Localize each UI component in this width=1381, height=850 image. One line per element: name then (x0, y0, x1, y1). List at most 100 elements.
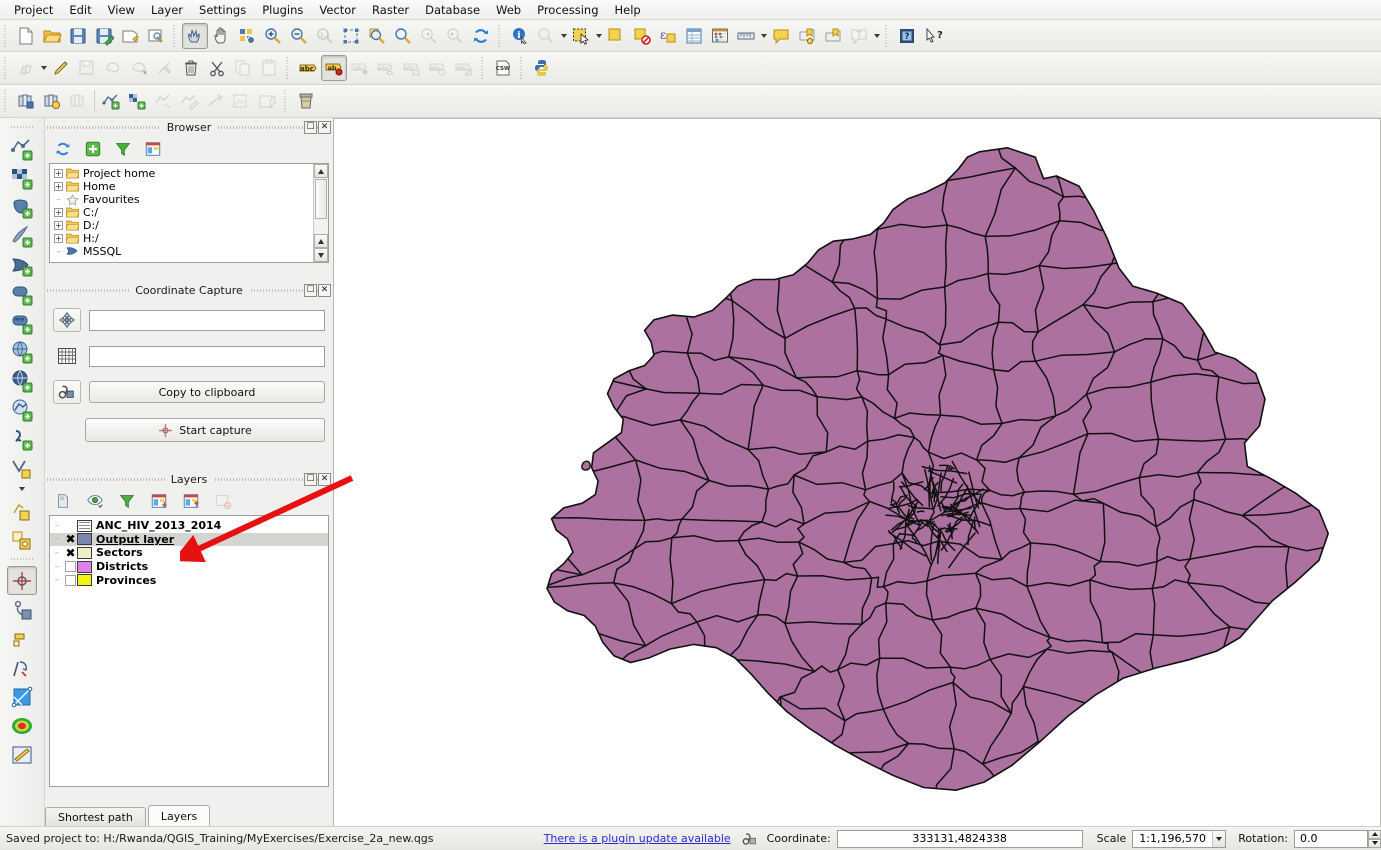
heatmap-icon[interactable] (7, 711, 37, 740)
datasource-grip[interactable] (3, 90, 10, 112)
float-panel-icon[interactable]: ☐ (304, 284, 317, 297)
menu-item-view[interactable]: View (100, 1, 143, 19)
layer-visibility-checkbox[interactable] (64, 561, 77, 573)
measure-dropdown-caret[interactable] (759, 25, 768, 47)
browser-item-mssql[interactable]: – MSSQL (50, 245, 328, 258)
add-wms-layer-icon[interactable] (7, 337, 37, 366)
coordinate-field[interactable]: 333131,4824338 (836, 829, 1083, 848)
add-delimited-text-icon[interactable] (150, 88, 176, 114)
collapse-all-icon[interactable] (141, 137, 165, 161)
zoom-next-icon[interactable] (442, 23, 468, 49)
new-spatial-bookmark-icon[interactable] (794, 23, 820, 49)
left-toolbar-grip[interactable] (11, 125, 33, 131)
zoom-layer-icon[interactable] (390, 23, 416, 49)
add-spatialite-layer-icon[interactable] (7, 221, 37, 250)
add-postgis-layer-icon[interactable] (7, 192, 37, 221)
scroll-down-icon[interactable] (314, 248, 328, 262)
zoom-in-icon[interactable] (260, 23, 286, 49)
edit-vector-layer-icon[interactable] (176, 88, 202, 114)
copy-features-icon[interactable] (230, 55, 256, 81)
canvas-crs-field[interactable] (89, 309, 325, 331)
save-project-icon[interactable] (65, 23, 91, 49)
add-wfs-layer-icon[interactable] (7, 395, 37, 424)
zoom-out-icon[interactable] (286, 23, 312, 49)
menu-item-vector[interactable]: Vector (311, 1, 364, 19)
label-toolbar-grip[interactable] (285, 57, 292, 79)
select-by-expression-icon[interactable] (603, 23, 629, 49)
browser-item-h--[interactable]: + H:/ (50, 232, 328, 245)
menu-item-help[interactable]: Help (607, 1, 649, 19)
open-data-source-manager-icon[interactable] (13, 88, 39, 114)
browser-item-c--[interactable]: + C:/ (50, 206, 328, 219)
panel-tab-layers[interactable]: Layers (147, 805, 211, 826)
add-arcgis-map-icon[interactable] (7, 525, 37, 554)
layout-manager-icon[interactable] (143, 23, 169, 49)
menu-item-web[interactable]: Web (488, 1, 529, 19)
click-capture-icon[interactable] (53, 380, 81, 404)
remove-layer-icon[interactable] (211, 489, 235, 513)
geometry-checker-icon[interactable] (7, 682, 37, 711)
change-label-icon[interactable]: abc (451, 55, 477, 81)
layer-row-provinces[interactable]: – Provinces (50, 573, 328, 587)
rotation-spinner[interactable] (1368, 829, 1381, 848)
toolbar-grip-4[interactable] (884, 24, 891, 47)
panel-tab-shortest-path[interactable]: Shortest path (45, 807, 146, 826)
map-crs-field[interactable] (89, 345, 325, 367)
spatial-query-icon[interactable] (7, 740, 37, 769)
expand-all-icon[interactable] (147, 489, 171, 513)
measure-tool-icon[interactable] (7, 595, 37, 624)
new-map-note-icon[interactable] (768, 23, 794, 49)
toggle-editing-icon[interactable] (48, 55, 74, 81)
show-bookmarks-icon[interactable] (820, 23, 846, 49)
layer-visibility-checkbox[interactable] (64, 574, 77, 586)
help-contents-icon[interactable]: ? (894, 23, 920, 49)
move-feature-icon[interactable] (126, 55, 152, 81)
chevron-down-icon[interactable] (1211, 830, 1226, 847)
filter-legend-icon[interactable] (115, 489, 139, 513)
menu-item-database[interactable]: Database (417, 1, 488, 19)
layer-row-districts[interactable]: – Districts (50, 560, 328, 574)
toolbar-grip-3[interactable] (497, 24, 504, 47)
zoom-selection-icon[interactable] (364, 23, 390, 49)
python-grip[interactable] (519, 57, 526, 79)
add-oracle-layer-icon[interactable] (7, 279, 37, 308)
add-arcgis-feature-icon[interactable] (7, 496, 37, 525)
open-layer-styling-icon[interactable] (51, 489, 75, 513)
new-geopackage-layer-icon[interactable] (39, 88, 65, 114)
menu-item-settings[interactable]: Settings (191, 1, 254, 19)
annotation-dropdown-caret[interactable] (872, 25, 881, 47)
move-label-icon[interactable]: abc (399, 55, 425, 81)
road-graph-icon[interactable] (7, 653, 37, 682)
menu-item-raster[interactable]: Raster (364, 1, 417, 19)
statistical-summary-icon[interactable] (707, 23, 733, 49)
expand-icon[interactable]: + (54, 208, 63, 217)
new-3d-map-view-icon[interactable] (254, 88, 280, 114)
toolbar-grip[interactable] (3, 24, 10, 47)
add-mssql-layer-icon[interactable] (7, 250, 37, 279)
node-tool-icon[interactable] (152, 55, 178, 81)
paste-features-icon[interactable] (256, 55, 282, 81)
scroll-up-icon[interactable] (314, 164, 328, 178)
rotation-field[interactable]: 0.0 (1294, 829, 1368, 848)
refresh-icon[interactable] (468, 23, 494, 49)
open-attribute-table-icon[interactable] (681, 23, 707, 49)
filter-browser-icon[interactable] (111, 137, 135, 161)
add-favourite-icon[interactable] (81, 137, 105, 161)
delete-selected-icon[interactable] (178, 55, 204, 81)
menu-item-processing[interactable]: Processing (529, 1, 606, 19)
text-annotation-icon[interactable]: T (846, 23, 872, 49)
left-toolbar-grip-2[interactable] (11, 557, 33, 563)
menu-item-layer[interactable]: Layer (143, 1, 191, 19)
select-by-expression-epsilon-icon[interactable]: ε (655, 23, 681, 49)
select-features-dropdown-caret[interactable] (594, 25, 603, 47)
layer-row-anc-hiv-2013-2014[interactable]: – ANC_HIV_2013_2014 (50, 519, 328, 533)
current-edits-icon[interactable] (13, 55, 39, 81)
add-vector-layer-icon[interactable] (7, 134, 37, 163)
deselect-features-icon[interactable] (629, 23, 655, 49)
expand-icon[interactable]: + (54, 234, 63, 243)
coordinate-capture-tool-icon[interactable] (7, 566, 37, 595)
add-raster-layer-icon[interactable] (124, 88, 150, 114)
start-capture-button[interactable]: Start capture (85, 418, 325, 442)
pan-map-touch-icon[interactable] (182, 22, 208, 49)
zoom-native-icon[interactable]: 1:1 (312, 23, 338, 49)
